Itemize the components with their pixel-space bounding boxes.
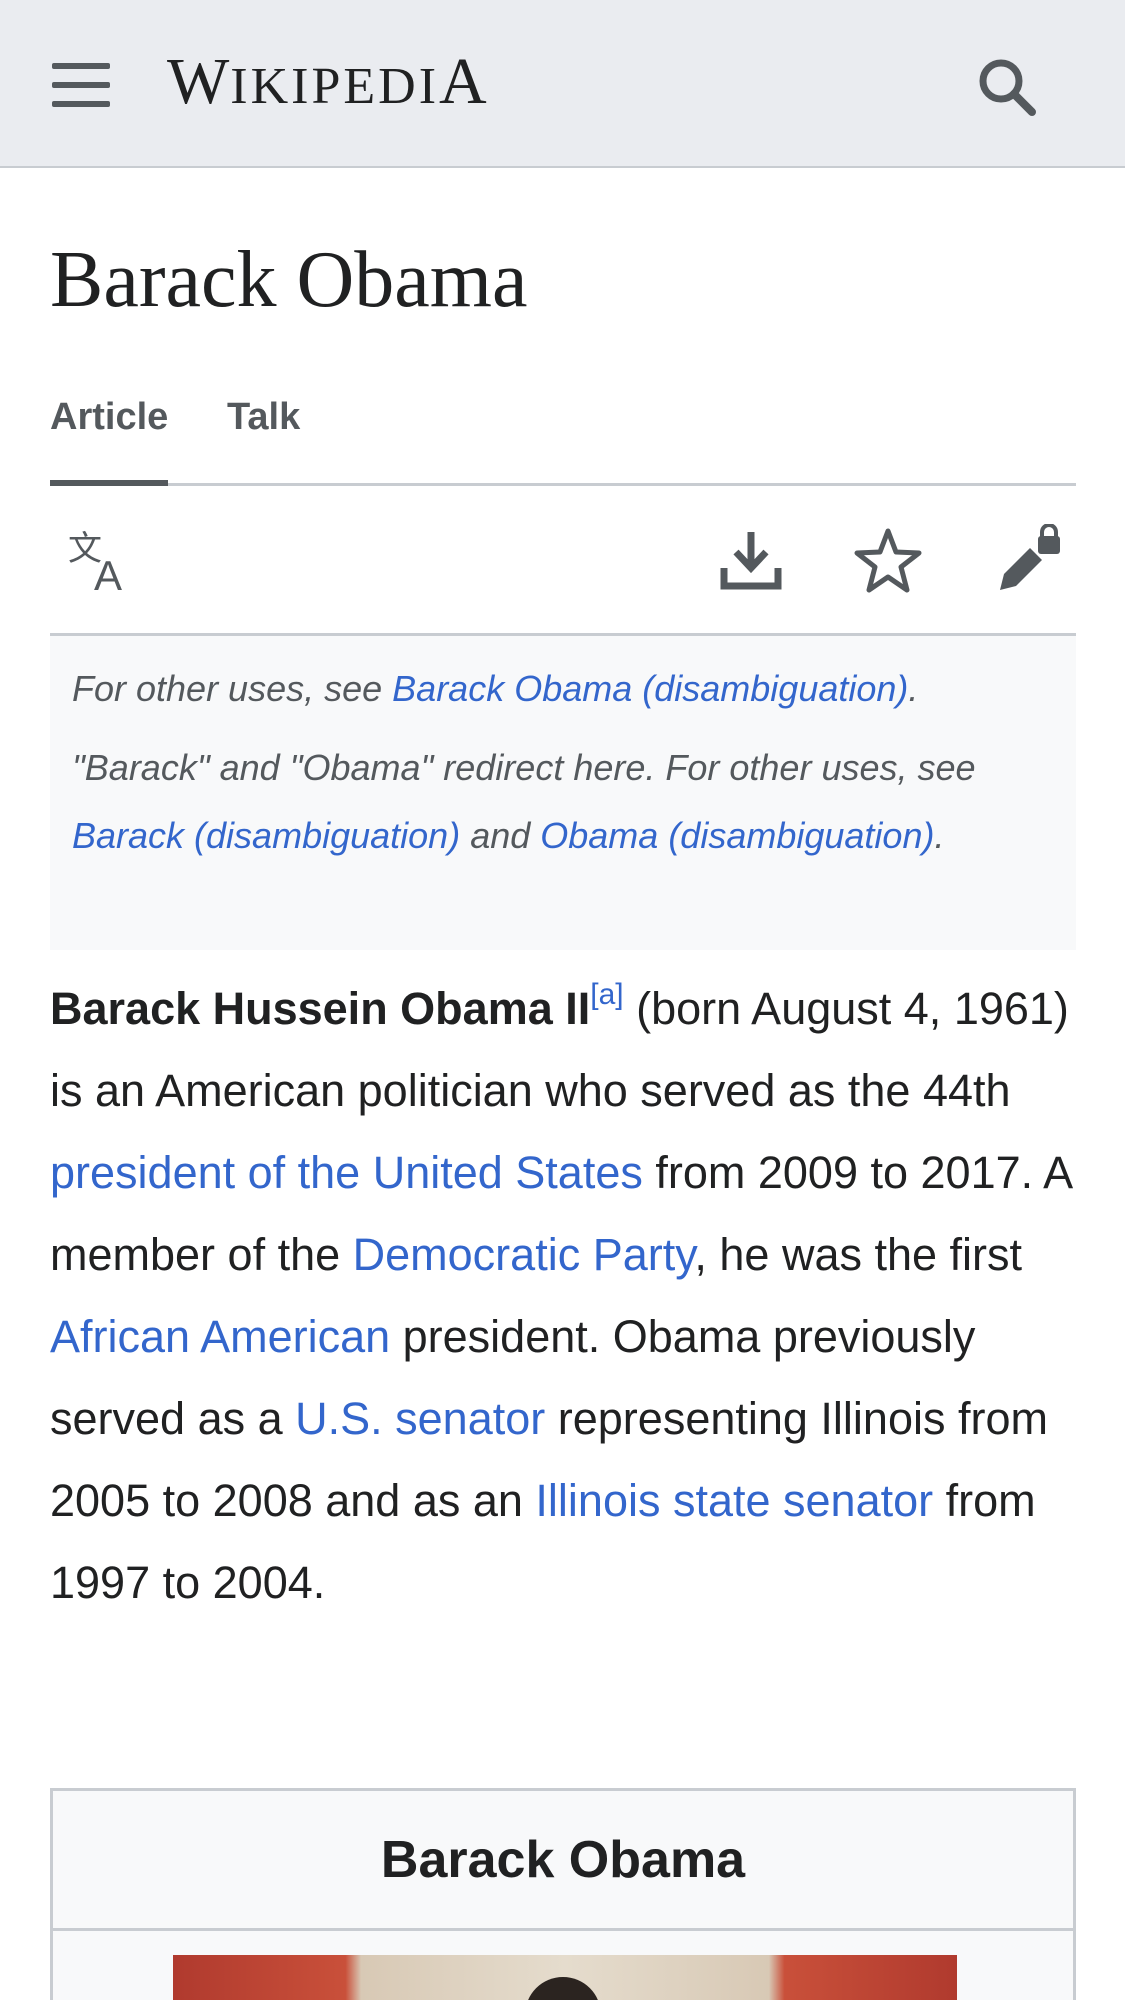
link-president-of-the-united-states[interactable]: president of the United States <box>50 1147 643 1198</box>
hamburger-menu-icon[interactable] <box>42 50 120 120</box>
hatnote-text: . <box>934 815 945 856</box>
logo-letter-a: A <box>439 45 488 118</box>
hatnote-line-2: "Barack" and "Obama" redirect here. For … <box>72 734 1054 870</box>
star-icon[interactable] <box>851 524 925 598</box>
infobox-title: Barack Obama <box>53 1791 1073 1931</box>
footnote-a[interactable]: [a] <box>590 978 623 1011</box>
tab-article[interactable]: Article <box>50 396 169 486</box>
page-title: Barack Obama <box>50 236 528 324</box>
hatnote: For other uses, see Barack Obama (disamb… <box>50 636 1076 950</box>
tab-talk[interactable]: Talk <box>227 396 300 439</box>
svg-text:A: A <box>94 552 122 598</box>
link-democratic-party[interactable]: Democratic Party <box>353 1229 695 1280</box>
link-obama-disambiguation[interactable]: Barack Obama (disambiguation) <box>392 668 908 709</box>
infobox: Barack Obama <box>50 1788 1076 2000</box>
hatnote-line-1: For other uses, see Barack Obama (disamb… <box>72 660 1054 718</box>
lead-text: , he was the first <box>694 1229 1023 1280</box>
link-illinois-state-senator[interactable]: Illinois state senator <box>535 1475 933 1526</box>
link-african-american[interactable]: African American <box>50 1311 390 1362</box>
namespace-tabs: Article Talk <box>50 390 1076 486</box>
logo-letter-w: W <box>167 45 231 118</box>
page-actions-bar: 文 A <box>50 486 1076 636</box>
edit-lock-icon[interactable] <box>992 523 1066 598</box>
subject-name: Barack Hussein Obama II <box>50 983 591 1034</box>
hatnote-text: For other uses, see <box>72 668 393 709</box>
wikipedia-logo[interactable]: W IKIPEDI A <box>167 44 488 120</box>
download-icon[interactable] <box>714 524 788 598</box>
link-obama-name-disambiguation[interactable]: Obama (disambiguation) <box>540 815 934 856</box>
hatnote-text: and <box>460 815 541 856</box>
top-header: W IKIPEDI A <box>0 0 1125 168</box>
infobox-portrait-image[interactable] <box>173 1955 957 2000</box>
link-barack-disambiguation[interactable]: Barack (disambiguation) <box>72 815 460 856</box>
logo-letters: IKIPEDI <box>230 58 440 115</box>
hatnote-text: . <box>908 668 919 709</box>
lead-paragraph: Barack Hussein Obama II[a] (born August … <box>50 968 1080 1624</box>
search-icon[interactable] <box>970 50 1044 124</box>
portrait-head <box>525 1977 601 2000</box>
link-us-senator[interactable]: U.S. senator <box>295 1393 545 1444</box>
language-icon[interactable]: 文 A <box>64 524 138 599</box>
hatnote-text: "Barack" and "Obama" redirect here. For … <box>72 747 976 788</box>
